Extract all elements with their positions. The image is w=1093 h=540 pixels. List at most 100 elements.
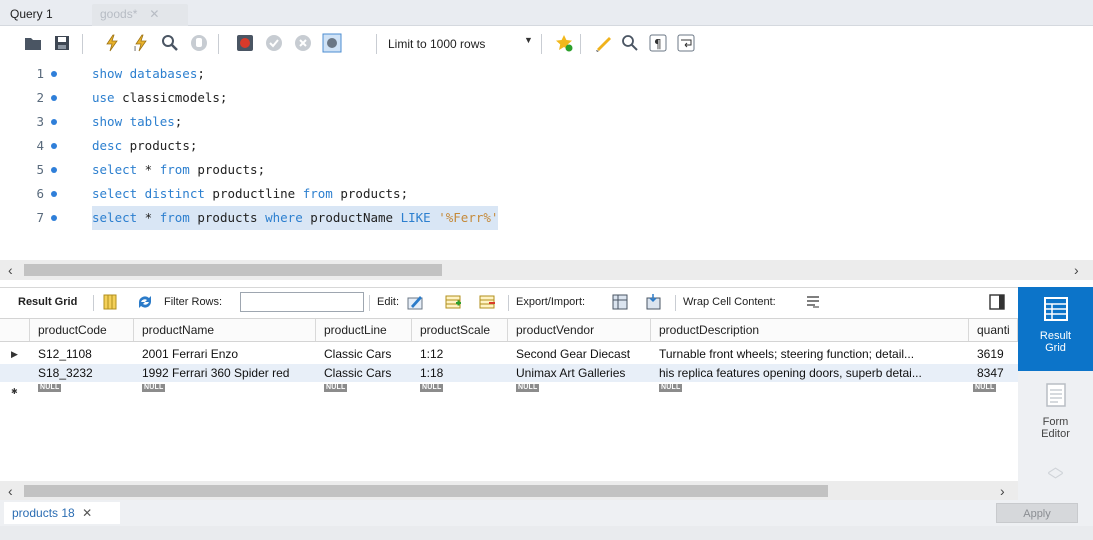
code-text: select distinct productline from product… xyxy=(92,186,409,201)
code-text: desc products; xyxy=(92,138,198,153)
insert-row-icon[interactable] xyxy=(444,293,462,311)
autocommit-icon[interactable] xyxy=(322,33,342,53)
result-tabs-bar: products 18 ✕ Apply xyxy=(0,500,1093,540)
export-icon[interactable] xyxy=(611,293,629,311)
chevron-right-icon[interactable]: › xyxy=(1074,262,1079,278)
result-grid-label: Grid xyxy=(1045,342,1066,354)
column-header[interactable]: productScale xyxy=(412,319,508,341)
column-header[interactable]: productName xyxy=(134,319,316,341)
table-cell[interactable]: S18_3232 xyxy=(30,364,134,382)
toggle-error-icon[interactable] xyxy=(235,33,255,53)
results-toolbar: Result Grid Filter Rows: Edit: Export/Im… xyxy=(0,287,1018,315)
result-grid[interactable]: productCode productName productLine prod… xyxy=(0,315,1018,485)
table-cell[interactable]: S12_1108 xyxy=(30,345,134,363)
result-grid-label: Result Grid xyxy=(18,296,78,308)
tab-label: goods* xyxy=(100,7,138,21)
table-cell[interactable]: Second Gear Diecast xyxy=(508,345,651,363)
null-badge[interactable]: NULL xyxy=(659,384,683,392)
filter-rows-input[interactable] xyxy=(240,292,364,312)
chevron-left-icon[interactable]: ‹ xyxy=(8,262,13,278)
refresh-icon[interactable] xyxy=(136,293,154,311)
result-grid-label: Result xyxy=(1039,330,1072,342)
delete-row-icon[interactable] xyxy=(478,293,496,311)
result-tab-products[interactable]: products 18 ✕ xyxy=(4,502,120,524)
statement-marker-icon xyxy=(51,167,57,173)
null-badge[interactable]: NULL xyxy=(324,384,348,392)
wrap-cell-icon[interactable] xyxy=(804,293,822,311)
commit-icon[interactable] xyxy=(264,33,284,53)
rollback-icon[interactable] xyxy=(293,33,313,53)
limit-rows-select[interactable]: Limit to 1000 rows xyxy=(388,35,485,53)
statement-marker-icon xyxy=(51,143,57,149)
code-text: use classicmodels; xyxy=(92,90,228,105)
table-cell[interactable]: 1:12 xyxy=(412,345,508,363)
null-badge[interactable]: NULL xyxy=(420,384,444,392)
current-row-icon: ▶ xyxy=(11,349,18,359)
scrollbar-thumb[interactable] xyxy=(24,264,442,276)
table-row[interactable]: S18_3232 1992 Ferrari 360 Spider red Cla… xyxy=(0,364,1018,382)
chevron-right-icon[interactable]: › xyxy=(1000,483,1005,499)
result-grid-view-button[interactable]: Result Grid xyxy=(1018,287,1093,371)
new-row-icon: ✱ xyxy=(11,387,18,396)
tab-goods[interactable]: goods* ✕ xyxy=(92,4,188,26)
editor-line-current: 7 select * from products where productNa… xyxy=(0,206,1093,230)
column-header[interactable]: productLine xyxy=(316,319,412,341)
scrollbar-thumb[interactable] xyxy=(24,485,828,497)
null-badge[interactable]: NULL xyxy=(142,384,166,392)
execute-current-icon[interactable]: I xyxy=(131,33,151,53)
table-row[interactable]: ▶ S12_1108 2001 Ferrari Enzo Classic Car… xyxy=(0,345,1018,363)
table-cell[interactable]: 1:18 xyxy=(412,364,508,382)
tab-query-1[interactable]: Query 1 xyxy=(2,4,82,26)
sql-editor[interactable]: 1 show databases; 2 use classicmodels; 3… xyxy=(0,61,1093,257)
table-cell[interactable]: Classic Cars xyxy=(316,345,412,363)
chevron-left-icon[interactable]: ‹ xyxy=(8,483,13,499)
null-badge[interactable]: NULL xyxy=(38,384,62,392)
panel-scroll-control[interactable]: ︿ ﹀ xyxy=(1018,460,1093,501)
grid-horizontal-scrollbar[interactable]: ‹ › xyxy=(0,481,1018,501)
editor-toolbar: I Limit to 1000 rows ▼ ¶ xyxy=(0,26,1093,61)
line-number: 5 xyxy=(36,162,44,177)
word-wrap-icon[interactable] xyxy=(676,33,696,53)
open-folder-icon[interactable] xyxy=(23,33,43,53)
table-cell[interactable]: his replica features opening doors, supe… xyxy=(651,364,969,382)
find-icon[interactable] xyxy=(620,33,640,53)
edit-cell-icon[interactable] xyxy=(406,293,424,311)
form-editor-view-button[interactable]: Form Editor xyxy=(1018,381,1093,451)
result-tab-label: products 18 xyxy=(12,506,75,520)
beautify-icon[interactable] xyxy=(594,33,614,53)
table-cell[interactable]: 3619 xyxy=(969,345,1018,363)
explain-icon[interactable] xyxy=(160,33,180,53)
toggle-panel-icon[interactable] xyxy=(988,293,1006,311)
table-cell[interactable]: 1992 Ferrari 360 Spider red xyxy=(134,364,316,382)
import-icon[interactable] xyxy=(644,293,662,311)
column-header[interactable]: productVendor xyxy=(508,319,651,341)
table-cell[interactable]: Turnable front wheels; steering function… xyxy=(651,345,969,363)
table-cell[interactable]: 2001 Ferrari Enzo xyxy=(134,345,316,363)
chevron-down-icon[interactable]: ▼ xyxy=(524,35,533,45)
close-icon[interactable]: ✕ xyxy=(149,7,159,21)
invisible-chars-icon[interactable]: ¶ xyxy=(648,33,668,53)
svg-text:I: I xyxy=(134,45,136,53)
column-header[interactable]: productDescription xyxy=(651,319,969,341)
statement-marker-icon xyxy=(51,119,57,125)
column-header[interactable]: productCode xyxy=(30,319,134,341)
stop-icon[interactable] xyxy=(189,33,209,53)
grid-layout-icon[interactable] xyxy=(101,293,119,311)
add-snippet-icon[interactable] xyxy=(554,33,574,53)
status-strip xyxy=(0,526,1093,540)
null-badge[interactable]: NULL xyxy=(973,384,997,392)
table-cell[interactable]: Classic Cars xyxy=(316,364,412,382)
new-row[interactable]: ✱ NULL NULL NULL NULL NULL NULL NULL xyxy=(0,383,1018,397)
save-icon[interactable] xyxy=(52,33,72,53)
table-cell[interactable]: 8347 xyxy=(969,364,1018,382)
chevron-down-icon[interactable]: ﹀ xyxy=(1018,474,1093,490)
table-cell[interactable]: Unimax Art Galleries xyxy=(508,364,651,382)
editor-line: 6 select distinct productline from produ… xyxy=(0,182,1093,206)
null-badge[interactable]: NULL xyxy=(516,384,540,392)
close-icon[interactable]: ✕ xyxy=(82,506,92,520)
apply-button[interactable]: Apply xyxy=(996,503,1078,523)
grid-header: productCode productName productLine prod… xyxy=(0,318,1018,342)
execute-icon[interactable] xyxy=(102,33,122,53)
column-header[interactable]: quanti xyxy=(969,319,1018,341)
editor-horizontal-scrollbar[interactable]: ‹ › xyxy=(0,260,1093,280)
